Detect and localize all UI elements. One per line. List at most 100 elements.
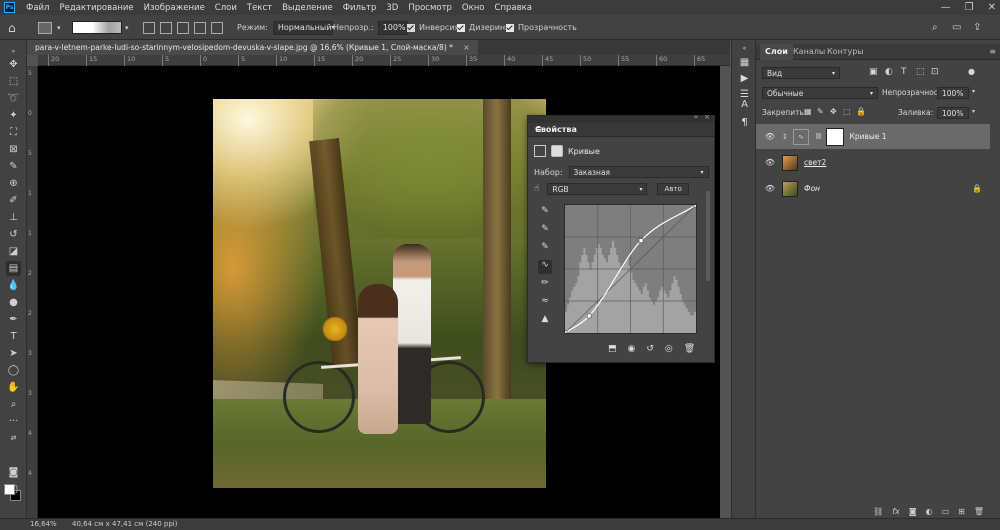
black-point-eyedropper-icon[interactable]: ✎ [538,206,552,220]
zoom-tool-icon[interactable]: ⌕ [6,397,21,412]
workspace-icon[interactable]: ▭ [952,15,961,40]
quick-mask-icon[interactable]: ◙ [6,465,21,480]
close-icon[interactable]: ✕ [988,0,996,15]
channel-select[interactable]: RGB ▾ [547,183,648,195]
target-adjustment-icon[interactable]: ☝ [534,184,539,194]
panel-menu-icon[interactable]: ≡ [989,47,996,56]
layer-opacity-input[interactable]: 100% [937,87,969,99]
home-icon[interactable]: ⌂ [8,15,16,40]
chevron-down-icon[interactable]: ▾ [972,108,975,115]
swap-colors-icon[interactable]: ⇄ [6,430,21,445]
visibility-eye-icon[interactable]: 👁 [764,132,776,141]
layer-row-svet2[interactable]: 👁 свет2 [756,150,990,175]
angle-gradient-icon[interactable] [177,21,189,34]
type-filter-icon[interactable]: T [901,67,907,77]
paragraph-panel-icon[interactable]: ¶ [738,117,751,128]
move-tool-icon[interactable]: ✥ [6,57,21,72]
layer-mask-icon[interactable] [551,145,563,157]
magic-wand-tool-icon[interactable]: ✦ [6,108,21,123]
chevron-down-icon[interactable]: ▾ [972,88,975,95]
new-layer-icon[interactable]: ⊞ [958,507,965,516]
photoshop-logo-icon[interactable]: Ps [4,2,15,13]
layer-row-background[interactable]: 👁 Фон 🔒 [756,176,990,201]
pencil-draw-curve-icon[interactable]: ✏ [538,278,552,292]
menu-3d[interactable]: 3D [381,3,403,13]
view-previous-state-icon[interactable]: ◉ [628,344,636,354]
gradient-type-group[interactable] [143,15,228,40]
actions-panel-icon[interactable]: ▶ [738,73,751,84]
layer-mask-thumbnail[interactable] [825,127,844,146]
maximize-icon[interactable]: ❐ [965,0,974,15]
visibility-eye-icon[interactable]: 👁 [764,184,776,193]
eyedropper-tool-icon[interactable]: ✎ [6,159,21,174]
preset-select[interactable]: Заказная ▾ [568,166,709,178]
adjustment-filter-icon[interactable]: ◐ [885,67,893,77]
properties-scrollbar[interactable] [706,191,710,281]
frame-tool-icon[interactable]: ⊠ [6,142,21,157]
hand-tool-icon[interactable]: ✋ [6,380,21,395]
filter-toggle-icon[interactable]: ● [968,67,975,76]
clipping-warning-icon[interactable]: ▲ [538,314,552,328]
inverse-check-box[interactable] [407,23,415,32]
lock-image-icon[interactable]: ✎ [817,107,824,116]
fx-icon[interactable]: fx [892,507,900,516]
gradient-tool-icon[interactable]: ▤ [6,261,21,276]
gray-point-eyedropper-icon[interactable]: ✎ [538,224,552,238]
diamond-gradient-icon[interactable] [211,21,223,34]
pen-tool-icon[interactable]: ✒ [6,312,21,327]
dither-check-box[interactable] [457,23,465,32]
shape-filter-icon[interactable]: ⬚ [916,67,925,77]
menu-edit[interactable]: Редактирование [54,3,138,13]
close-panel-icon[interactable]: × [704,113,710,121]
mode-select[interactable]: Нормальный ▾ [272,20,334,35]
character-panel-icon[interactable]: A [738,99,751,110]
close-tab-icon[interactable]: × [463,43,469,52]
blur-tool-icon[interactable]: 💧 [6,278,21,293]
link-layers-icon[interactable]: ⛓ [873,507,883,516]
menu-file[interactable]: Файл [21,3,54,13]
new-group-icon[interactable]: ▭ [942,507,950,516]
tab-paths[interactable]: Контуры [822,44,869,60]
document-tab[interactable]: para-v-letnem-parke-ludi-so-starinnym-ve… [27,40,478,55]
clip-to-layer-icon[interactable]: ⬒ [608,344,617,354]
brush-tool-icon[interactable]: ✐ [6,193,21,208]
menu-view[interactable]: Просмотр [403,3,457,13]
history-brush-tool-icon[interactable]: ↺ [6,227,21,242]
menu-window[interactable]: Окно [457,3,490,13]
curves-adjustment-icon[interactable] [534,145,546,157]
auto-button[interactable]: Авто [657,183,689,195]
properties-title-bar[interactable]: Свойства ≡ [528,123,714,137]
foreground-color-swatch[interactable] [4,484,15,495]
transparency-check-box[interactable] [506,23,514,32]
menu-image[interactable]: Изображение [139,3,210,13]
new-adjustment-icon[interactable]: ◐ [926,507,933,516]
crop-tool-icon[interactable]: ⛶ [6,125,21,140]
clone-stamp-tool-icon[interactable]: ⊥ [6,210,21,225]
add-mask-icon[interactable]: ◙ [909,507,917,516]
pixel-filter-icon[interactable]: ▣ [869,67,878,77]
expand-panels-icon[interactable]: « [738,45,751,52]
type-tool-icon[interactable]: T [6,329,21,344]
layer-row-curves[interactable]: 👁 ↧ ∿ ⛓ Кривые 1 [756,124,990,149]
gradient-swatch[interactable]: ▾ [72,15,129,40]
healing-brush-tool-icon[interactable]: ⊕ [6,176,21,191]
white-point-eyedropper-icon[interactable]: ✎ [538,242,552,256]
search-icon[interactable]: ⌕ [932,15,938,40]
layer-kind-filter[interactable]: Вид ▾ [762,67,840,79]
linear-gradient-icon[interactable] [143,21,155,34]
inverse-checkbox[interactable]: Инверсия [407,15,459,40]
blend-mode-select[interactable]: Обычные ▾ [762,87,878,99]
shape-tool-icon[interactable]: ◯ [6,363,21,378]
curves-graph[interactable] [562,202,699,336]
eraser-tool-icon[interactable]: ◪ [6,244,21,259]
minimize-icon[interactable]: — [941,0,951,15]
more-tools-icon[interactable]: ··· [6,414,21,429]
menu-type[interactable]: Текст [242,3,277,13]
menu-filter[interactable]: Фильтр [338,3,382,13]
history-panel-icon[interactable]: ▦ [738,57,751,68]
lock-position-icon[interactable]: ✥ [830,107,837,116]
trash-icon[interactable]: 🗑 [684,344,695,354]
fill-input[interactable]: 100% [937,107,969,119]
transparency-checkbox[interactable]: Прозрачность [506,15,577,40]
smart-object-filter-icon[interactable]: ⊡ [931,67,939,77]
